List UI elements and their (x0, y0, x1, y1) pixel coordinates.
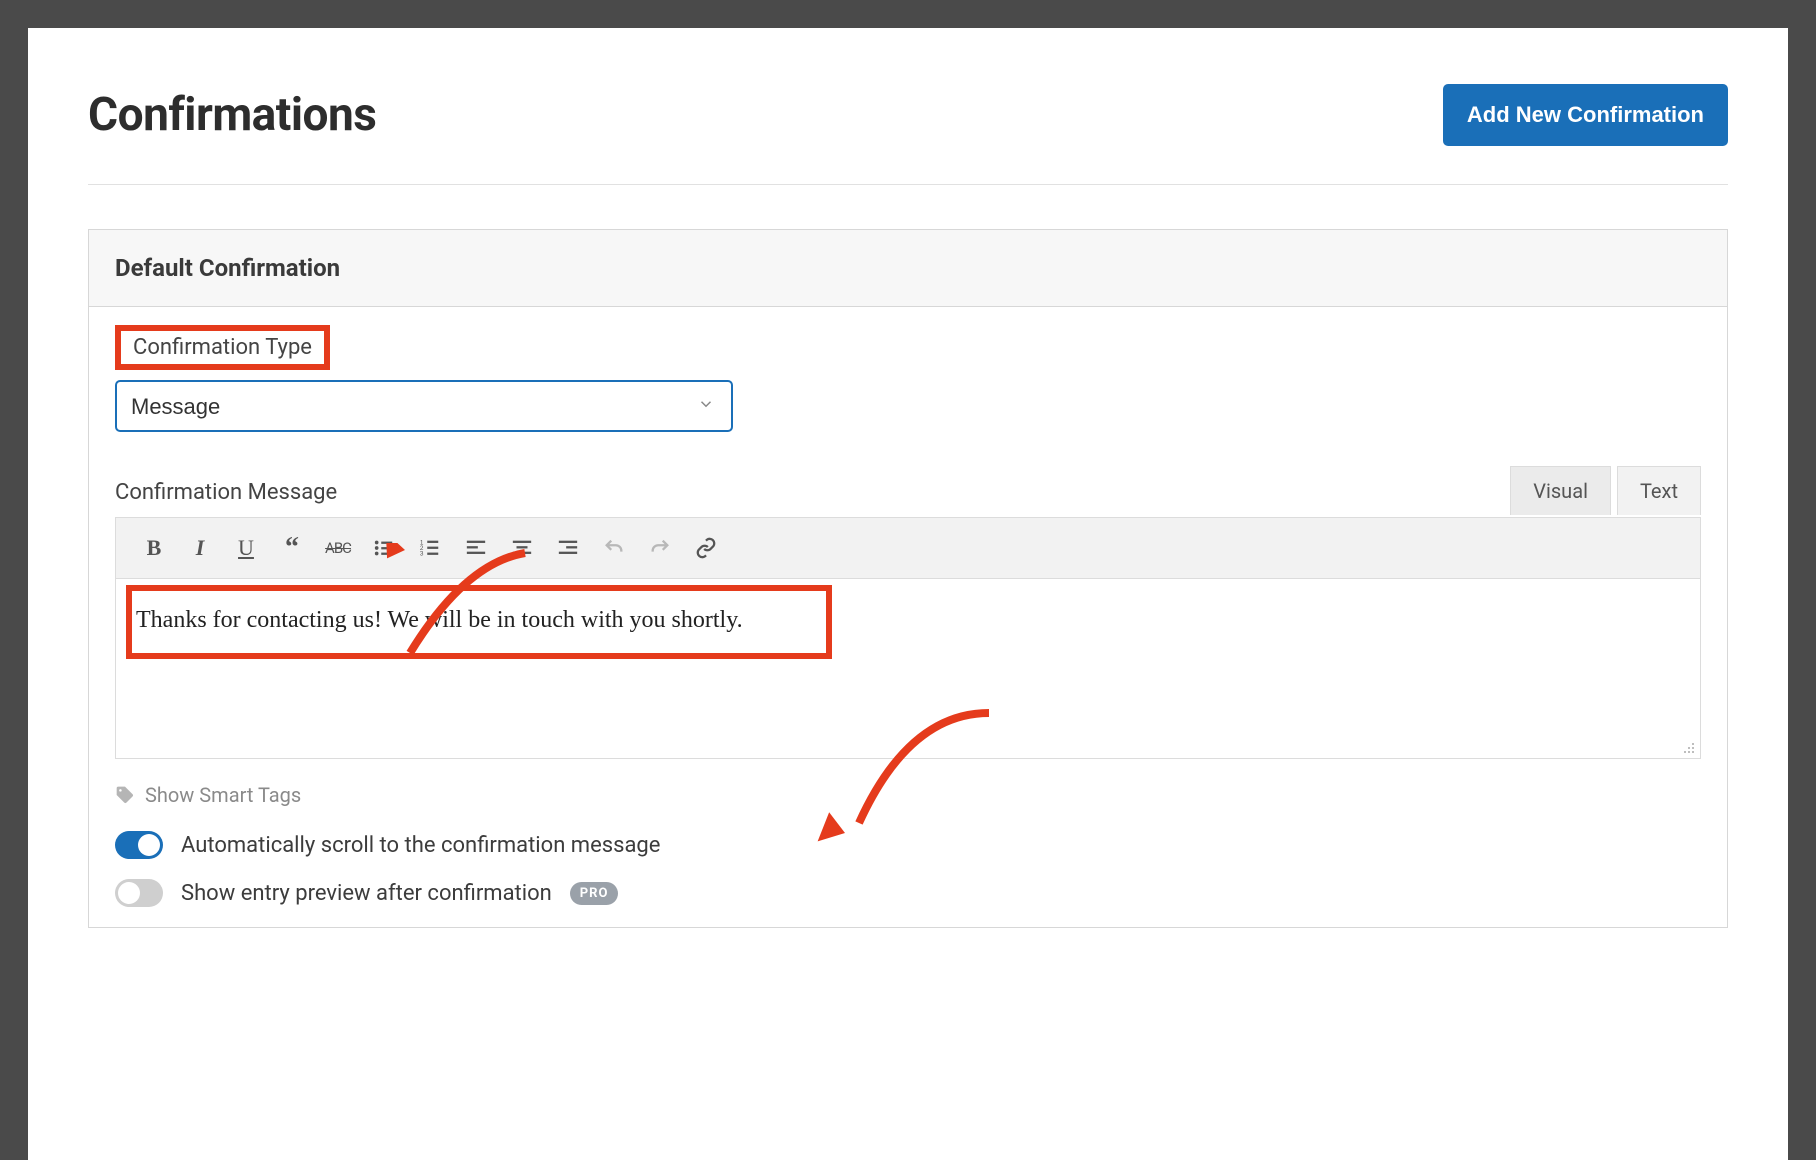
add-new-confirmation-button[interactable]: Add New Confirmation (1443, 84, 1728, 146)
entry-preview-toggle[interactable] (115, 879, 163, 907)
editor-toolbar: B I U “ ABC 123 (115, 517, 1701, 579)
bold-icon[interactable]: B (132, 528, 176, 568)
italic-icon[interactable]: I (178, 528, 222, 568)
svg-text:3: 3 (420, 550, 424, 557)
confirmation-message-label: Confirmation Message (115, 480, 337, 505)
tab-text[interactable]: Text (1617, 466, 1701, 515)
tag-icon (115, 785, 135, 805)
confirmation-type-select[interactable]: Message (115, 380, 733, 432)
confirmation-panel: Default Confirmation Confirmation Type M… (88, 229, 1728, 928)
divider (88, 184, 1728, 185)
align-center-icon[interactable] (500, 528, 544, 568)
tab-visual[interactable]: Visual (1510, 466, 1611, 515)
quote-icon[interactable]: “ (270, 528, 314, 568)
strikethrough-icon[interactable]: ABC (316, 528, 360, 568)
underline-icon[interactable]: U (224, 528, 268, 568)
numbered-list-icon[interactable]: 123 (408, 528, 452, 568)
resize-handle-icon[interactable] (1680, 739, 1696, 755)
auto-scroll-label: Automatically scroll to the confirmation… (181, 833, 660, 858)
pro-badge: PRO (570, 882, 619, 905)
annotation-highlight-type: Confirmation Type (115, 325, 330, 370)
panel-title: Default Confirmation (115, 254, 1701, 282)
page-title: Confirmations (88, 88, 376, 142)
align-left-icon[interactable] (454, 528, 498, 568)
panel-header[interactable]: Default Confirmation (89, 230, 1727, 307)
link-icon[interactable] (684, 528, 728, 568)
show-smart-tags-link[interactable]: Show Smart Tags (115, 783, 1701, 807)
redo-icon[interactable] (638, 528, 682, 568)
entry-preview-label: Show entry preview after confirmation (181, 881, 552, 906)
bullet-list-icon[interactable] (362, 528, 406, 568)
confirmation-message-editor[interactable]: Thanks for contacting us! We will be in … (115, 579, 1701, 759)
confirmation-type-label: Confirmation Type (133, 335, 312, 360)
undo-icon[interactable] (592, 528, 636, 568)
auto-scroll-toggle[interactable] (115, 831, 163, 859)
confirmation-message-text: Thanks for contacting us! We will be in … (136, 607, 743, 634)
align-right-icon[interactable] (546, 528, 590, 568)
smart-tags-label: Show Smart Tags (145, 783, 301, 807)
